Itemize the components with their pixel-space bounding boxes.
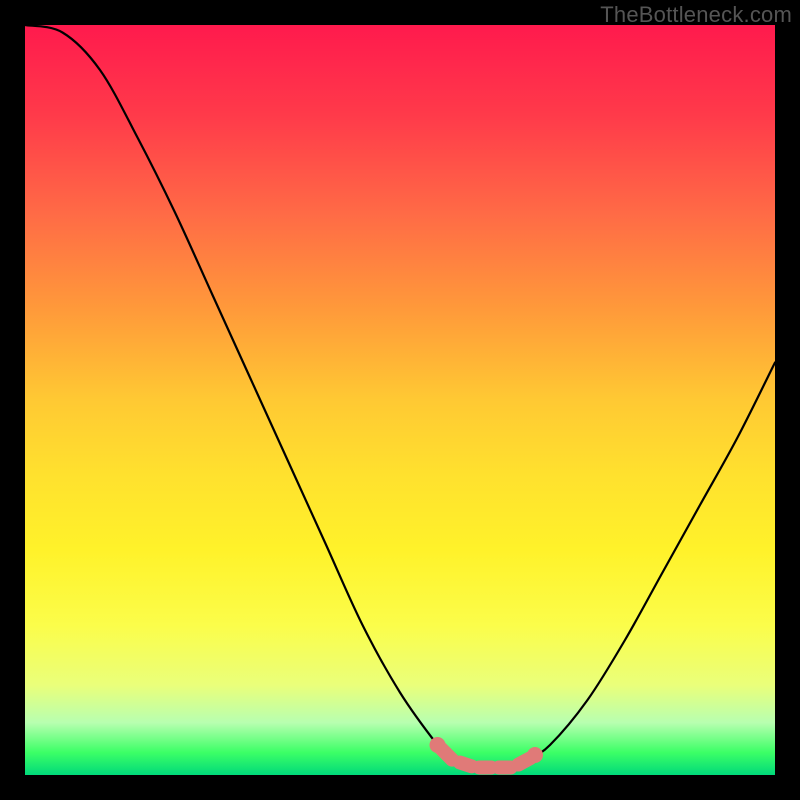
chart-frame: TheBottleneck.com <box>0 0 800 800</box>
curve-svg <box>25 25 775 775</box>
flat-region-markers <box>430 737 544 768</box>
plot-area <box>25 25 775 775</box>
bottleneck-curve <box>25 25 775 768</box>
